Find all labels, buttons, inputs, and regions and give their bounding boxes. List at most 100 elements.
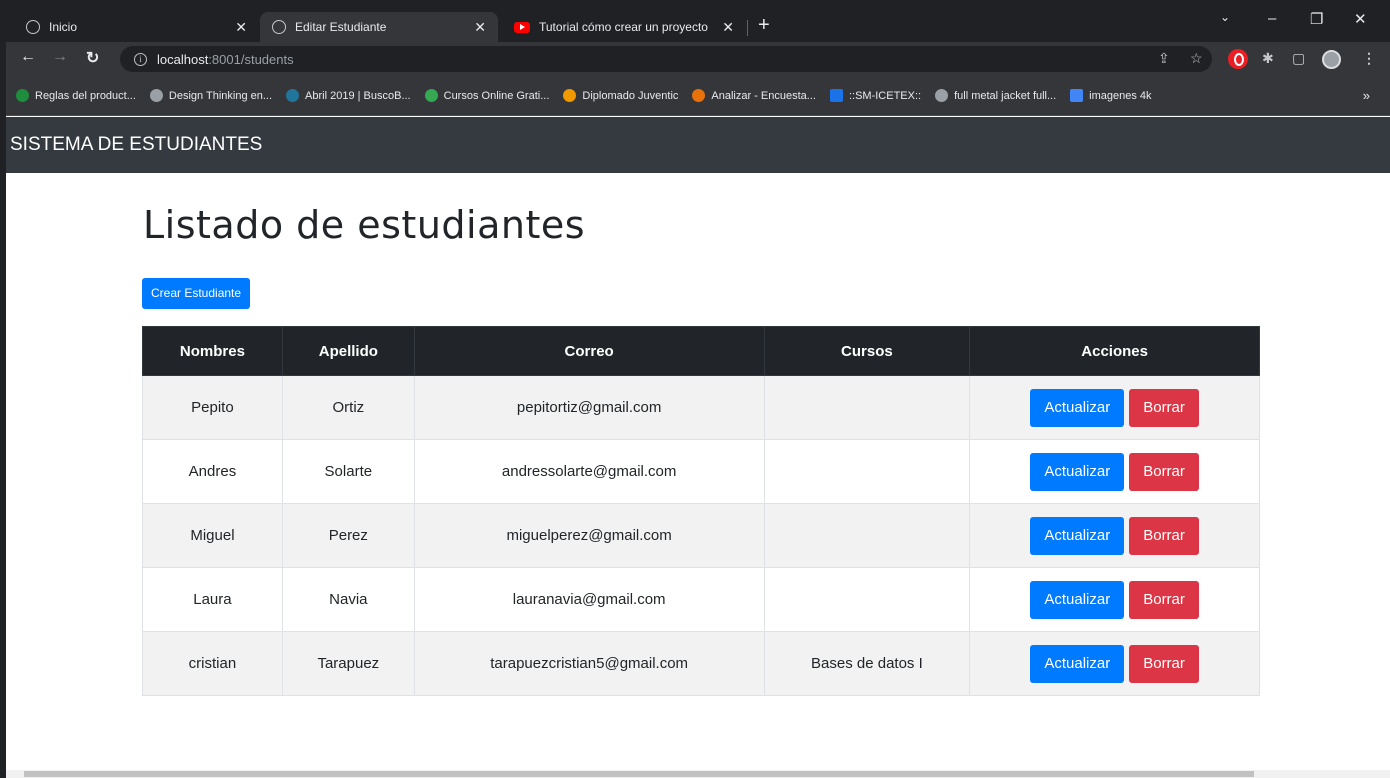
table-row: Pepito Ortiz pepitortiz@gmail.com Actualiza… [142,375,1260,440]
scrollbar-thumb[interactable] [24,771,1254,777]
close-icon[interactable]: ✕ [722,19,734,36]
opera-extension-icon[interactable] [1228,49,1248,69]
extensions-icon[interactable]: ✱ [1262,50,1274,67]
bookmark-icon [286,89,300,102]
column-header: Acciones [969,326,1260,376]
bookmark-icon [149,89,163,102]
bookmark-label: Cursos Online Grati... [443,89,550,102]
bookmark-item[interactable]: imagenes 4k [1070,89,1152,102]
tab-inicio[interactable]: Inicio ✕ [14,12,259,42]
page-title: Listado de estudiantes [143,203,586,247]
bookmark-label: imagenes 4k [1089,89,1152,102]
bookmark-label: full metal jacket full... [954,89,1057,102]
bookmark-icon [829,89,843,102]
cell-cursos [763,439,971,504]
cell-nombres: Pepito [142,375,283,440]
site-info-icon[interactable]: i [134,52,147,66]
navbar-brand[interactable]: SISTEMA DE ESTUDIANTES [10,134,262,156]
bookmark-label: Analizar - Encuesta... [711,89,816,102]
cell-apellido: Solarte [281,439,415,504]
minimize-button[interactable]: – [1268,10,1276,27]
students-table: Nombres Apellido Correo Cursos Acciones … [142,326,1260,696]
cell-apellido: Perez [281,503,415,568]
bookmark-item[interactable]: ::SM-ICETEX:: [829,89,922,102]
side-panel-icon[interactable]: ▢ [1292,50,1305,67]
table-row: Andres Solarte andressolarte@gmail.com Actu… [142,439,1260,504]
app-navbar: SISTEMA DE ESTUDIANTES [6,117,1390,173]
bookmark-icon [424,89,438,102]
globe-icon [26,20,40,34]
cell-nombres: Laura [142,567,283,632]
bookmark-label: ::SM-ICETEX:: [848,89,922,102]
bookmark-item[interactable]: Cursos Online Grati... [424,89,550,102]
bookmark-item[interactable]: Analizar - Encuesta... [692,89,816,102]
close-window-button[interactable]: ✕ [1354,10,1367,28]
bookmark-icon [1070,89,1084,102]
menu-icon[interactable]: ⋮ [1362,50,1376,67]
tab-separator [747,20,748,36]
bookmark-item[interactable]: Diplomado Juventic [563,89,678,102]
forward-button[interactable]: → [52,48,68,66]
table-row: Miguel Perez miguelperez@gmail.com Actualiz… [142,503,1260,568]
profile-avatar[interactable] [1322,50,1341,69]
update-button[interactable]: Actualizar [1030,388,1125,427]
table-header-row: Nombres Apellido Correo Cursos Acciones [142,326,1260,376]
cell-acciones: Actualizar Borrar [969,375,1260,440]
cell-apellido: Navia [281,567,415,632]
column-header: Cursos [763,326,971,376]
cell-apellido: Tarapuez [281,631,415,696]
delete-button[interactable]: Borrar [1129,388,1199,427]
bookmark-star-icon[interactable]: ☆ [1190,50,1203,67]
delete-button[interactable]: Borrar [1129,452,1199,491]
bookmark-item[interactable]: Design Thinking en... [149,89,273,102]
browser-window: Inicio ✕ Editar Estudiante ✕ Tutorial có… [0,0,1390,778]
tab-tutorial[interactable]: Tutorial cómo crear un proyecto ✕ [502,12,746,42]
back-button[interactable]: ← [20,48,36,66]
cell-cursos [763,503,971,568]
delete-button[interactable]: Borrar [1129,516,1199,555]
tab-title: Editar Estudiante [295,20,387,34]
tab-title: Tutorial cómo crear un proyecto [539,20,708,34]
cell-correo: lauranavia@gmail.com [413,567,765,632]
close-icon[interactable]: ✕ [235,19,247,36]
update-button[interactable]: Actualizar [1030,452,1125,491]
delete-button[interactable]: Borrar [1129,580,1199,619]
more-bookmarks-icon[interactable]: » [1363,88,1370,103]
cell-acciones: Actualizar Borrar [969,631,1260,696]
bookmark-label: Design Thinking en... [168,89,273,102]
url-host: localhost [157,51,209,67]
cell-correo: miguelperez@gmail.com [413,503,765,568]
cell-cursos: Bases de datos I [763,631,971,696]
restore-button[interactable]: ❐ [1310,10,1323,28]
tab-search-icon[interactable]: ⌄ [1220,10,1230,24]
cell-nombres: cristian [142,631,283,696]
bookmark-icon [692,89,706,102]
horizontal-scrollbar[interactable] [6,770,1390,778]
reload-button[interactable]: ↻ [86,48,99,68]
create-student-button[interactable]: Crear Estudiante [142,278,251,309]
cell-cursos [763,567,971,632]
tab-editar-estudiante[interactable]: Editar Estudiante ✕ [260,12,498,42]
update-button[interactable]: Actualizar [1030,644,1125,683]
bookmark-item[interactable]: full metal jacket full... [935,89,1056,102]
cell-nombres: Andres [142,439,283,504]
delete-button[interactable]: Borrar [1129,644,1199,683]
browser-toolbar: ← → ↻ i localhost:8001/students ⇪ ☆ ✱ ▢ … [6,42,1390,76]
close-icon[interactable]: ✕ [474,19,486,36]
cell-acciones: Actualizar Borrar [969,567,1260,632]
column-header: Nombres [142,326,283,376]
cell-cursos [763,375,971,440]
new-tab-button[interactable]: + [758,14,770,37]
share-icon[interactable]: ⇪ [1158,50,1170,67]
column-header: Apellido [281,326,415,376]
cell-correo: andressolarte@gmail.com [413,439,765,504]
bookmark-icon [563,89,577,102]
address-bar[interactable]: i localhost:8001/students [120,46,1212,72]
update-button[interactable]: Actualizar [1030,580,1125,619]
update-button[interactable]: Actualizar [1030,516,1125,555]
cell-correo: pepitortiz@gmail.com [413,375,765,440]
bookmark-icon [935,89,949,102]
bookmark-item[interactable]: Abril 2019 | BuscoB... [286,89,411,102]
bookmark-item[interactable]: Reglas del product... [16,89,136,102]
tab-strip: Inicio ✕ Editar Estudiante ✕ Tutorial có… [6,0,1390,42]
